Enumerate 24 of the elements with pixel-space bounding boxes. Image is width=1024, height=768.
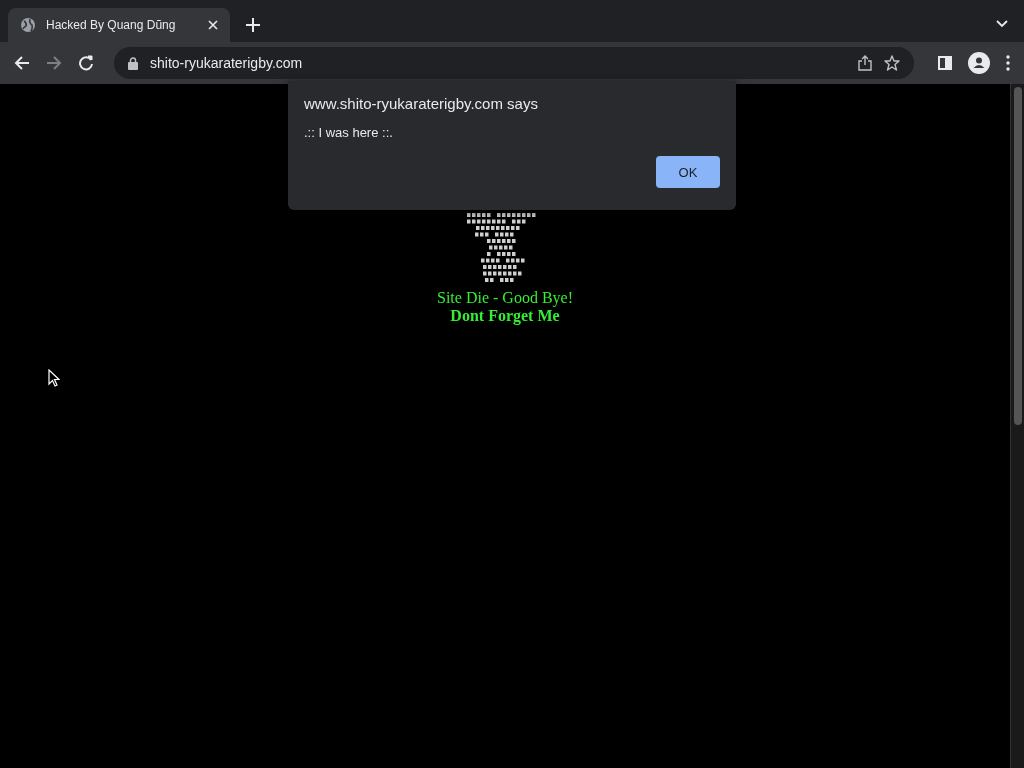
side-panel-icon[interactable]: [938, 56, 952, 70]
close-icon[interactable]: [208, 20, 218, 30]
scrollbar[interactable]: [1010, 84, 1024, 768]
dialog-title: www.shito-ryukaraterigby.com says: [304, 95, 539, 112]
browser-tab[interactable]: Hacked By Quang Dũng: [8, 8, 230, 42]
back-icon[interactable]: [14, 55, 30, 71]
globe-icon: [20, 17, 36, 33]
new-tab-icon[interactable]: [246, 18, 260, 32]
ok-button[interactable]: OK: [656, 156, 720, 188]
pointer-icon: [48, 369, 60, 387]
reload-icon[interactable]: [78, 55, 94, 71]
tab-title: Hacked By Quang Dũng: [46, 18, 177, 32]
headline-text: Site Die - Good Bye!: [437, 289, 573, 307]
address-bar[interactable]: shito-ryukaraterigby.com: [114, 47, 914, 79]
star-icon[interactable]: [884, 55, 900, 71]
chevron-down-icon[interactable]: [996, 20, 1008, 28]
share-icon[interactable]: [858, 55, 872, 71]
url-text: shito-ryukaraterigby.com: [150, 55, 303, 71]
dialog-message: .:: I was here ::.: [304, 125, 394, 140]
profile-icon[interactable]: [968, 52, 990, 74]
headline-text: Dont Forget Me: [450, 307, 560, 325]
lock-icon: [128, 56, 138, 70]
forward-icon[interactable]: [46, 55, 62, 71]
menu-icon[interactable]: [1006, 55, 1010, 71]
